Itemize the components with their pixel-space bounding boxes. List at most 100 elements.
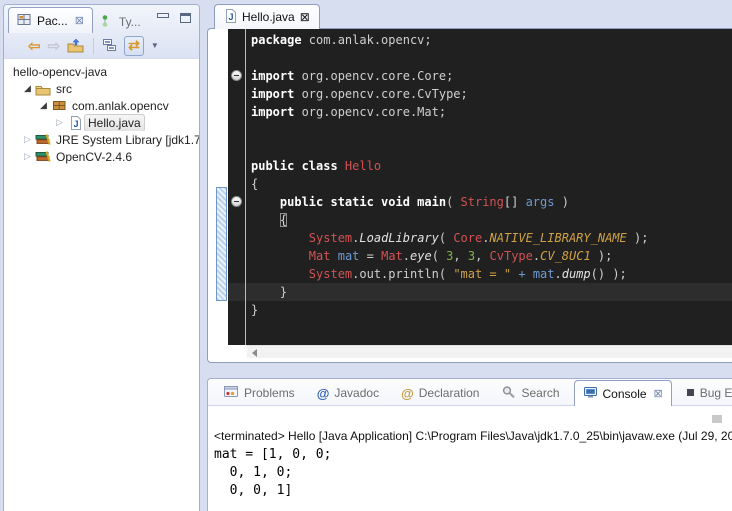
library-icon <box>34 150 52 163</box>
java-file-icon: J <box>224 9 237 26</box>
java-file-icon: J <box>66 116 84 130</box>
console-icon <box>583 386 598 402</box>
tab-type-hierarchy-label: Ty... <box>119 15 141 29</box>
tree-item-opencv-2-4-6[interactable]: ▷ OpenCV-2.4.6 <box>4 148 199 165</box>
tree-item-src[interactable]: ◢ src <box>4 80 199 97</box>
tree-item-hello-java[interactable]: ▷ J Hello.java <box>4 114 199 131</box>
project-tree: hello-opencv-java◢src◢com.anlak.opencv▷J… <box>4 59 199 165</box>
console-output: mat = [1, 0, 0; 0, 1, 0; 0, 0, 1] <box>214 446 732 500</box>
package-explorer-panel: Pac... ⊠ Ty... ⇦ ⇨ ⇄ ▼ <box>3 4 200 511</box>
forward-icon[interactable]: ⇨ <box>48 36 61 56</box>
collapse-all-icon[interactable] <box>103 36 117 56</box>
tree-expanded-icon[interactable]: ◢ <box>37 100 50 111</box>
square-icon <box>686 386 695 400</box>
tree-item-jre-system-library-jdk1-7-0-25-[interactable]: ▷ JRE System Library [jdk1.7.0_25] <box>4 131 199 148</box>
code-line-4[interactable]: import org.opencv.core.CvType; <box>228 85 732 103</box>
maximize-icon[interactable] <box>180 13 191 23</box>
tab-label: Javadoc <box>334 386 379 400</box>
code-line-14[interactable]: System.out.println( "mat = " + mat.dump(… <box>228 265 732 283</box>
package-explorer-header: Pac... ⊠ Ty... ⇦ ⇨ ⇄ ▼ <box>4 5 199 59</box>
tab-label: Declaration <box>419 386 480 400</box>
tab-javadoc[interactable]: @ Javadoc <box>309 381 387 405</box>
tab-label: Console <box>603 387 647 401</box>
code-line-15[interactable]: } <box>228 283 732 301</box>
javadoc-icon: @ <box>317 386 330 401</box>
tree-item-label: src <box>52 80 76 97</box>
svg-text:J: J <box>73 119 78 129</box>
eclipse-window: Pac... ⊠ Ty... ⇦ ⇨ ⇄ ▼ <box>0 0 732 511</box>
editor-tab-label: Hello.java <box>242 10 295 24</box>
tab-label: Search <box>521 386 559 400</box>
panel-window-buttons <box>157 13 191 23</box>
search-icon <box>501 385 516 402</box>
declaration-icon: @ <box>401 386 414 401</box>
tab-package-explorer-label: Pac... <box>37 14 68 28</box>
tree-collapsed-icon[interactable]: ▷ <box>53 117 66 128</box>
src-folder-icon <box>34 82 52 96</box>
close-icon[interactable]: ⊠ <box>75 14 84 27</box>
code-line-10[interactable]: public static void main( String[] args ) <box>228 193 732 211</box>
link-with-editor-icon[interactable]: ⇄ <box>124 36 144 56</box>
gutter-divider <box>245 29 246 345</box>
tab-problems[interactable]: Problems <box>216 381 303 405</box>
scroll-left-icon[interactable] <box>252 349 257 357</box>
tab-bug-explorer[interactable]: Bug Explorer <box>678 381 732 405</box>
tab-label: Bug Explorer <box>700 386 732 400</box>
editor-panel: J Hello.java ⊠ package com.anlak.opencv;… <box>207 4 732 363</box>
tree-item-label: OpenCV-2.4.6 <box>52 148 136 165</box>
fold-collapse-icon[interactable] <box>231 70 242 81</box>
bottom-panel: Problems @ Javadoc @ Declaration Search Consol… <box>207 378 732 511</box>
tree-collapsed-icon[interactable]: ▷ <box>21 151 34 162</box>
close-icon[interactable]: ⊠ <box>300 10 310 24</box>
code-line-9[interactable]: { <box>228 175 732 193</box>
tab-search[interactable]: Search <box>493 381 567 405</box>
tree-item-com-anlak-opencv[interactable]: ◢ com.anlak.opencv <box>4 97 199 114</box>
type-hierarchy-icon <box>101 14 114 31</box>
tab-declaration[interactable]: @ Declaration <box>393 381 487 405</box>
package-explorer-toolbar: ⇦ ⇨ ⇄ ▼ <box>4 33 199 58</box>
tab-label: Problems <box>244 386 295 400</box>
tree-item-label: hello-opencv-java <box>9 63 111 80</box>
horizontal-scrollbar[interactable] <box>247 345 732 358</box>
package-icon <box>50 99 68 112</box>
code-area[interactable]: package com.anlak.opencv; import org.open… <box>228 29 732 345</box>
tree-item-hello-opencv-java[interactable]: hello-opencv-java <box>4 63 199 80</box>
tab-type-hierarchy[interactable]: Ty... <box>93 11 149 33</box>
code-line-3[interactable]: import org.opencv.core.Core; <box>228 67 732 85</box>
tree-item-label: JRE System Library [jdk1.7.0_25] <box>52 131 199 148</box>
toolbar-separator <box>93 38 94 54</box>
library-icon <box>34 133 52 146</box>
code-line-8[interactable]: public class Hello <box>228 157 732 175</box>
up-folder-icon[interactable] <box>67 36 84 56</box>
tab-package-explorer[interactable]: Pac... ⊠ <box>8 7 93 33</box>
problems-icon <box>224 385 239 401</box>
range-indicator <box>216 187 227 301</box>
tree-item-label: com.anlak.opencv <box>68 97 173 114</box>
code-line-13[interactable]: Mat mat = Mat.eye( 3, 3, CvType.CV_8UC1 … <box>228 247 732 265</box>
close-icon[interactable]: ⊠ <box>654 387 663 400</box>
code-line-16[interactable]: } <box>228 301 732 319</box>
code-line-6[interactable] <box>228 121 732 139</box>
svg-text:J: J <box>228 12 233 22</box>
bottom-tabbar: Problems @ Javadoc @ Declaration Search Consol… <box>208 379 732 406</box>
package-explorer-icon <box>17 12 32 29</box>
view-menu-icon[interactable]: ▼ <box>151 36 159 56</box>
back-icon[interactable]: ⇦ <box>28 36 41 56</box>
code-line-2[interactable] <box>228 49 732 67</box>
console-status-line: <terminated> Hello [Java Application] C:… <box>214 429 732 443</box>
console-toolbar-fragment <box>712 415 722 423</box>
fold-collapse-icon[interactable] <box>231 196 242 207</box>
tree-expanded-icon[interactable]: ◢ <box>21 83 34 94</box>
tab-hello-java[interactable]: J Hello.java ⊠ <box>214 4 320 29</box>
code-line-7[interactable] <box>228 139 732 157</box>
minimize-icon[interactable] <box>157 13 168 22</box>
editor-tabbar: J Hello.java ⊠ <box>207 4 732 28</box>
code-line-11[interactable]: { <box>228 211 732 229</box>
tab-console[interactable]: Console ⊠ <box>574 380 672 406</box>
editor-content: package com.anlak.opencv; import org.open… <box>207 28 732 363</box>
code-line-1[interactable]: package com.anlak.opencv; <box>228 31 732 49</box>
code-line-5[interactable]: import org.opencv.core.Mat; <box>228 103 732 121</box>
tree-item-label: Hello.java <box>84 114 145 131</box>
code-line-12[interactable]: System.LoadLibrary( Core.NATIVE_LIBRARY_… <box>228 229 732 247</box>
tree-collapsed-icon[interactable]: ▷ <box>21 134 34 145</box>
